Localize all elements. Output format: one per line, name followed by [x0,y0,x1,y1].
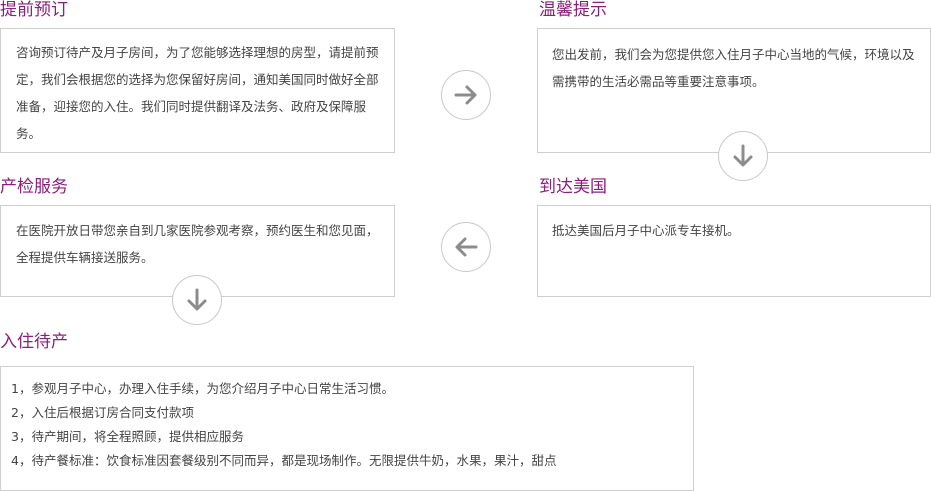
arrival-box: 抵达美国后月子中心派专车接机。 [537,205,931,297]
checkup-title: 产检服务 [0,177,68,197]
arrow-left-icon [455,237,478,257]
stay-box: 1，参观月子中心，办理入住手续，为您介绍月子中心日常生活习惯。 2，入住后根据订… [0,366,694,491]
arrow-down-button-right[interactable] [718,131,768,181]
arrow-down-icon [733,144,753,167]
checkup-text: 在医院开放日带您亲自到几家医院参观考察，预约医生和您见面，全程提供车辆接送服务。 [16,223,379,265]
reminder-text: 您出发前，我们会为您提供您入住月子中心当地的气候，环境以及需携带的生活必需品等重… [552,47,915,89]
stay-title: 入住待产 [0,332,68,352]
booking-box: 咨询预订待产及月子房间，为了您能够选择理想的房型，请提前预定，我们会根据您的选择… [0,28,395,153]
reminder-title: 温馨提示 [539,0,607,20]
arrival-text: 抵达美国后月子中心派专车接机。 [552,223,740,238]
arrow-right-icon [454,85,477,105]
arrow-down-button-left[interactable] [172,275,222,325]
arrow-left-button[interactable] [441,222,491,272]
stay-step-1: 1，参观月子中心，办理入住手续，为您介绍月子中心日常生活习惯。 [11,381,394,396]
arrow-right-button[interactable] [441,70,491,120]
stay-step-3: 3，待产期间，将全程照顾，提供相应服务 [11,429,244,444]
stay-step-4: 4，待产餐标准：饮食标准因套餐级别不同而异，都是现场制作。无限提供牛奶，水果，果… [11,453,557,468]
arrow-down-icon [187,288,207,311]
booking-text: 咨询预订待产及月子房间，为了您能够选择理想的房型，请提前预定，我们会根据您的选择… [16,45,379,141]
booking-title: 提前预订 [0,0,68,20]
arrival-title: 到达美国 [539,177,607,197]
stay-step-2: 2，入住后根据订房合同支付款项 [11,405,194,420]
